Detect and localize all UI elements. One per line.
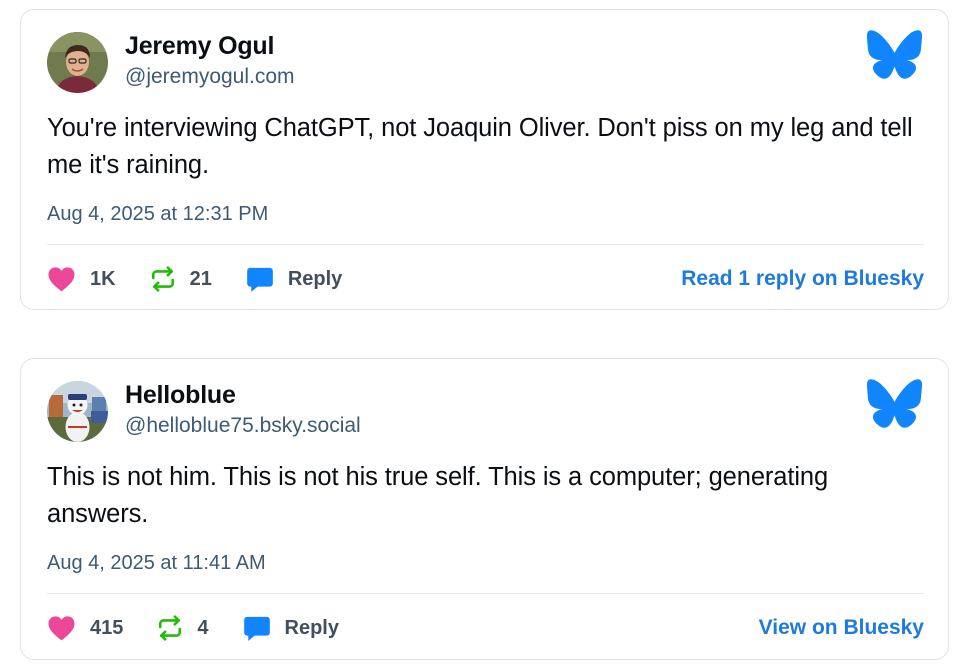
avatar[interactable] <box>47 32 108 93</box>
repost-icon <box>159 615 182 641</box>
like-button[interactable]: 415 <box>47 615 123 641</box>
reply-button[interactable]: Reply <box>246 265 342 293</box>
reply-button[interactable]: Reply <box>243 614 339 642</box>
author-name[interactable]: Helloblue <box>125 381 236 410</box>
avatar[interactable] <box>47 381 108 442</box>
bluesky-butterfly-icon[interactable] <box>866 29 923 80</box>
heart-icon <box>48 616 75 641</box>
action-bar: 415 4 Reply View on Bluesky <box>47 612 924 644</box>
repost-button[interactable]: 21 <box>150 266 212 292</box>
repost-count: 21 <box>189 267 212 290</box>
post-timestamp[interactable]: Aug 4, 2025 at 12:31 PM <box>47 203 268 226</box>
bluesky-butterfly-icon[interactable] <box>866 378 923 429</box>
divider <box>47 593 924 594</box>
author-name[interactable]: Jeremy Ogul <box>125 32 274 61</box>
repost-button[interactable]: 4 <box>157 615 209 641</box>
post-timestamp[interactable]: Aug 4, 2025 at 11:41 AM <box>47 552 266 575</box>
repost-icon <box>151 266 174 292</box>
repost-count: 4 <box>197 616 209 639</box>
read-replies-link[interactable]: Read 1 reply on Bluesky <box>681 267 924 291</box>
reply-label: Reply <box>287 267 343 290</box>
like-count: 415 <box>90 616 124 639</box>
speech-bubble-icon <box>246 267 273 292</box>
heart-icon <box>48 267 75 292</box>
view-on-bluesky-link[interactable]: View on Bluesky <box>759 616 924 640</box>
post-card[interactable]: Jeremy Ogul @jeremyogul.com You're inter… <box>20 9 949 310</box>
speech-bubble-icon <box>243 616 270 641</box>
action-bar: 1K 21 Reply Read 1 reply on Bluesky <box>47 263 924 295</box>
divider <box>47 244 924 245</box>
like-button[interactable]: 1K <box>47 266 116 292</box>
author-handle[interactable]: @jeremyogul.com <box>125 65 295 89</box>
post-card[interactable]: Helloblue @helloblue75.bsky.social This … <box>20 358 949 660</box>
author-handle[interactable]: @helloblue75.bsky.social <box>125 414 361 438</box>
reply-label: Reply <box>284 616 339 639</box>
like-count: 1K <box>90 267 116 290</box>
post-text: This is not him. This is not his true se… <box>47 463 829 528</box>
post-text: You're interviewing ChatGPT, not Joaquin… <box>47 114 913 179</box>
